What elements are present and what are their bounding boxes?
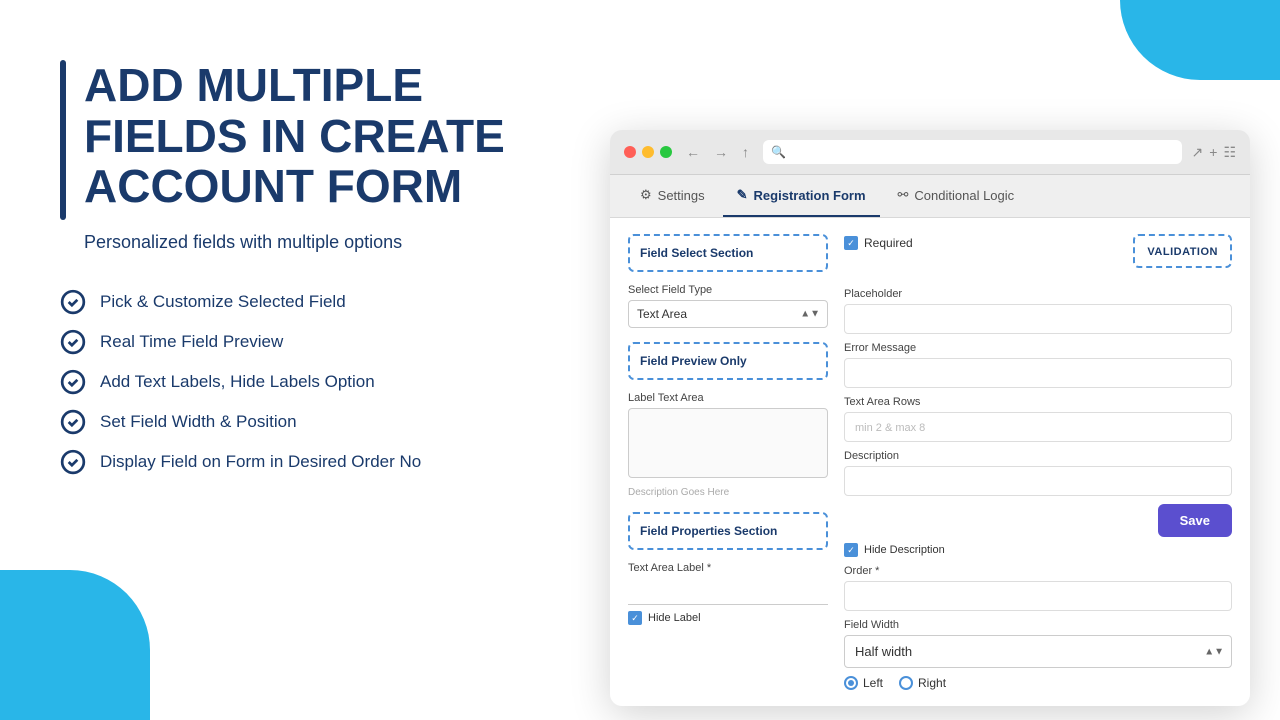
error-message-input[interactable] (844, 358, 1232, 388)
required-label: Required (864, 236, 913, 250)
select-field-wrapper: Text Area Text Input Select Checkbox Rad… (628, 300, 828, 328)
position-left-radio[interactable]: Left (844, 676, 883, 690)
save-button[interactable]: Save (1158, 504, 1232, 537)
field-select-section-box: Field Select Section (628, 234, 828, 272)
position-radio-row: Left Right (844, 676, 1232, 690)
address-bar[interactable]: 🔍 (763, 140, 1182, 164)
feature-list: Pick & Customize Selected Field Real Tim… (60, 289, 580, 475)
tab-registration-form[interactable]: ✎ Registration Form (723, 175, 880, 217)
new-tab-icon[interactable]: + (1209, 144, 1217, 161)
browser-dots (624, 146, 672, 158)
text-area-rows-input[interactable] (844, 412, 1232, 442)
left-column: Field Select Section Select Field Type T… (628, 234, 828, 690)
order-label: Order * (844, 565, 1232, 577)
check-circle-icon-5 (60, 449, 86, 475)
text-area-label-field-label: Text Area Label * (628, 562, 828, 574)
tab-grid-icon[interactable]: ☷ (1223, 144, 1236, 161)
field-width-select[interactable]: Full width Half width Third width (844, 635, 1232, 668)
main-heading: ADD MULTIPLE FIELDS IN CREATE ACCOUNT FO… (60, 60, 580, 212)
search-icon: 🔍 (771, 145, 786, 159)
error-message-label: Error Message (844, 342, 1232, 354)
position-right-radio[interactable]: Right (899, 676, 946, 690)
hide-label-row: Hide Label (628, 611, 828, 625)
radio-left-btn[interactable] (844, 676, 858, 690)
field-properties-section-label: Field Properties Section (640, 524, 777, 538)
validation-box: VALIDATION (1133, 234, 1232, 268)
share-icon[interactable]: ↗ (1192, 144, 1204, 161)
right-column: VALIDATION Required Placeholder Error Me… (844, 234, 1232, 690)
feature-item-3: Add Text Labels, Hide Labels Option (60, 369, 580, 395)
hide-description-checkbox[interactable] (844, 543, 858, 557)
left-border (60, 60, 66, 220)
hide-description-row: Hide Description (844, 543, 1232, 557)
feature-item-1: Pick & Customize Selected Field (60, 289, 580, 315)
browser-window: ← → ↑ 🔍 ↗ + ☷ ⚙ Settings ✎ Registration … (610, 130, 1250, 706)
label-text-area-label: Label Text Area (628, 392, 828, 404)
hide-label-checkbox[interactable] (628, 611, 642, 625)
left-section: ADD MULTIPLE FIELDS IN CREATE ACCOUNT FO… (60, 60, 580, 489)
nav-back[interactable]: ← (682, 142, 704, 162)
field-width-select-wrapper: Full width Half width Third width ▲▼ (844, 635, 1232, 668)
text-area-rows-label: Text Area Rows (844, 396, 1232, 408)
edit-icon: ✎ (737, 187, 748, 203)
position-left-label: Left (863, 676, 883, 690)
browser-tabs: ⚙ Settings ✎ Registration Form ⚯ Conditi… (610, 175, 1250, 218)
browser-bar: ← → ↑ 🔍 ↗ + ☷ (610, 130, 1250, 175)
field-type-select[interactable]: Text Area Text Input Select Checkbox Rad… (628, 300, 828, 328)
settings-icon: ⚙ (640, 187, 652, 203)
check-circle-icon-3 (60, 369, 86, 395)
blob-bottom-left (0, 570, 150, 720)
feature-item-2: Real Time Field Preview (60, 329, 580, 355)
hide-label-text: Hide Label (648, 612, 701, 624)
check-circle-icon-1 (60, 289, 86, 315)
browser-nav: ← → ↑ (682, 142, 753, 162)
position-right-label: Right (918, 676, 946, 690)
validation-label: VALIDATION (1147, 246, 1218, 258)
radio-right-btn[interactable] (899, 676, 913, 690)
dot-yellow[interactable] (642, 146, 654, 158)
tab-settings[interactable]: ⚙ Settings (626, 175, 719, 217)
hide-description-text: Hide Description (864, 544, 945, 556)
description-input[interactable] (844, 466, 1232, 496)
placeholder-label: Placeholder (844, 288, 1232, 300)
check-circle-icon-4 (60, 409, 86, 435)
nav-reload[interactable]: ↑ (738, 142, 753, 162)
browser-content: Field Select Section Select Field Type T… (610, 218, 1250, 706)
required-row: Required (844, 234, 1133, 250)
blob-top-right (1120, 0, 1280, 80)
save-row: Save (844, 496, 1232, 537)
description-label: Description (844, 450, 1232, 462)
placeholder-input[interactable] (844, 304, 1232, 334)
dot-red[interactable] (624, 146, 636, 158)
text-area-label-input[interactable] (628, 578, 828, 605)
tab-conditional-logic[interactable]: ⚯ Conditional Logic (884, 175, 1029, 217)
browser-actions: ↗ + ☷ (1192, 144, 1236, 161)
select-field-type-label: Select Field Type (628, 284, 828, 296)
order-input[interactable] (844, 581, 1232, 611)
dot-green[interactable] (660, 146, 672, 158)
feature-item-5: Display Field on Form in Desired Order N… (60, 449, 580, 475)
validation-clearfix: VALIDATION Required (844, 234, 1232, 280)
field-properties-section-box: Field Properties Section (628, 512, 828, 550)
field-preview-section-box: Field Preview Only (628, 342, 828, 380)
filter-icon: ⚯ (898, 187, 909, 203)
preview-textarea[interactable] (628, 408, 828, 478)
field-select-section-label: Field Select Section (640, 246, 753, 260)
required-checkbox[interactable] (844, 236, 858, 250)
description-goes-here: Description Goes Here (628, 487, 828, 498)
field-width-label: Field Width (844, 619, 1232, 631)
nav-forward[interactable]: → (710, 142, 732, 162)
check-circle-icon-2 (60, 329, 86, 355)
subtitle: Personalized fields with multiple option… (60, 232, 580, 253)
feature-item-4: Set Field Width & Position (60, 409, 580, 435)
field-preview-label: Field Preview Only (640, 354, 747, 368)
